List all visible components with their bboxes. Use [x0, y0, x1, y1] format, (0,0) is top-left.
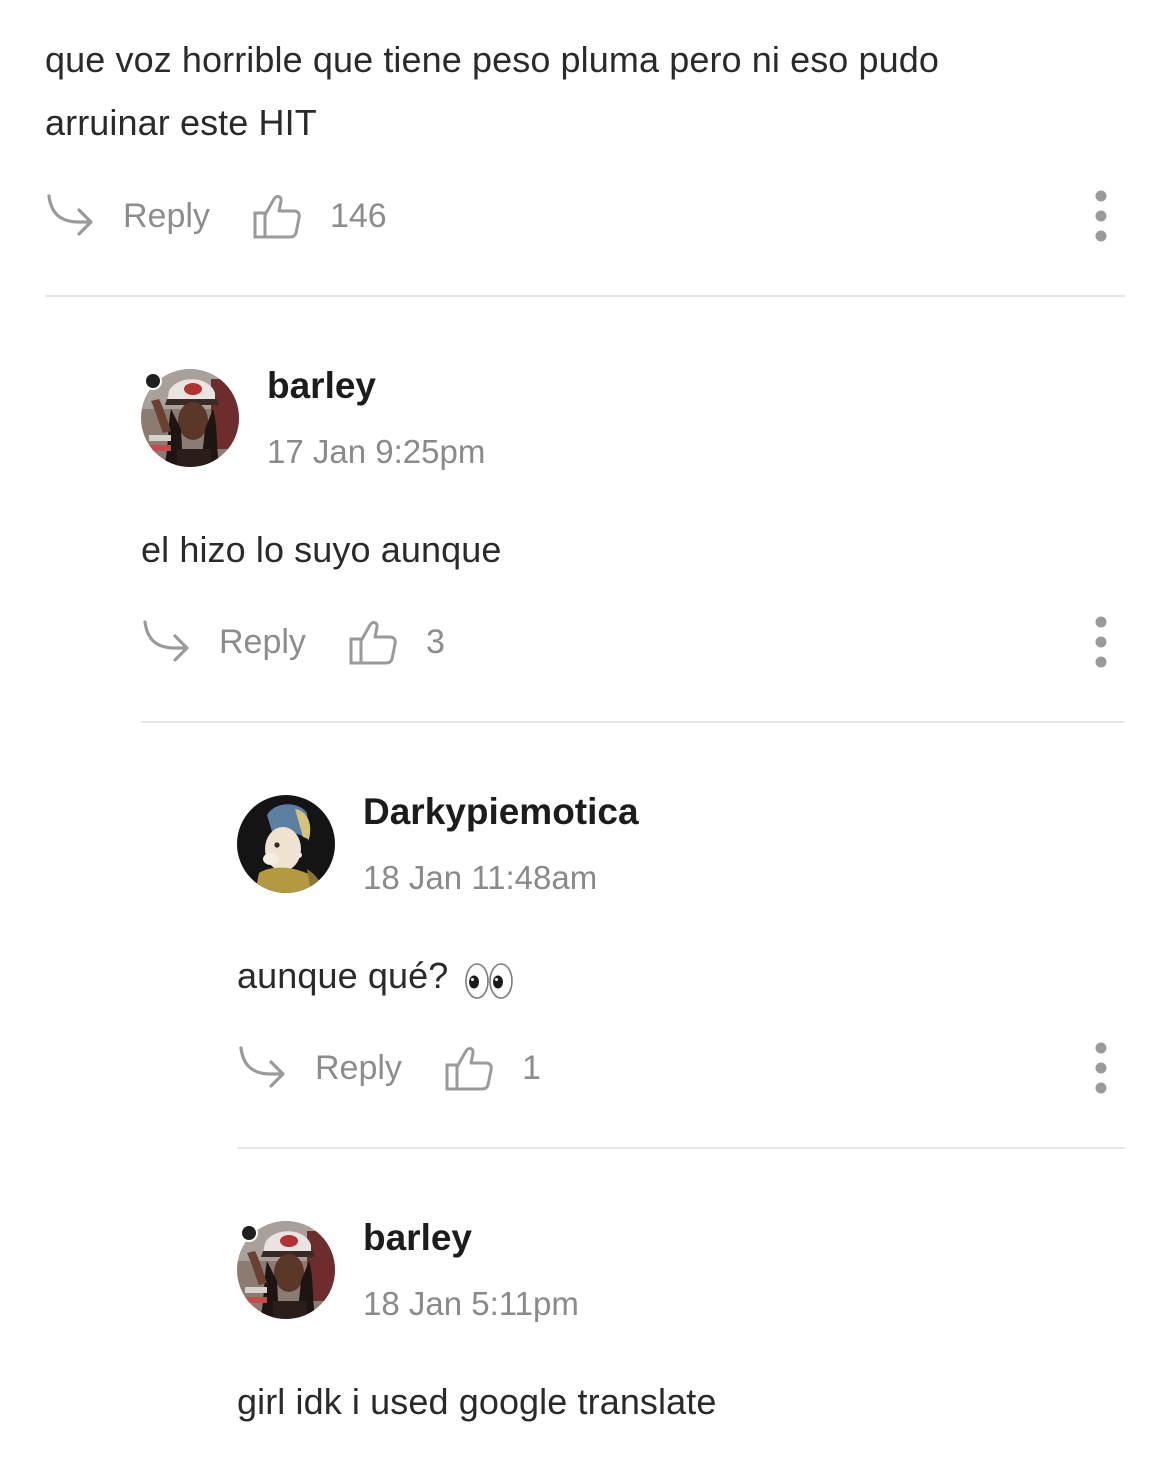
like-count: 1: [521, 1048, 541, 1087]
vertical-ellipsis-icon[interactable]: [1094, 615, 1108, 669]
timestamp: 18 Jan 5:11pm: [363, 1285, 579, 1322]
reply-button[interactable]: Reply: [315, 1049, 402, 1088]
like-count: 146: [329, 196, 387, 235]
username[interactable]: Darkypiemotica: [363, 791, 639, 833]
vertical-ellipsis-icon[interactable]: [1094, 1041, 1108, 1095]
reply-arrow-icon[interactable]: [237, 1042, 289, 1094]
comment-text: aunque qué?: [237, 944, 514, 1010]
comment-actions: Reply 146: [45, 186, 387, 246]
username[interactable]: barley: [267, 365, 376, 407]
timestamp: 17 Jan 9:25pm: [267, 433, 486, 470]
timestamp: 18 Jan 11:48am: [363, 859, 598, 896]
thumbs-up-icon[interactable]: [252, 191, 302, 241]
comment-text-content: aunque qué?: [237, 955, 449, 996]
username[interactable]: barley: [363, 1217, 472, 1259]
divider: [237, 1147, 1125, 1149]
reply-button[interactable]: Reply: [219, 623, 306, 662]
like-count: 3: [425, 622, 445, 661]
divider: [141, 721, 1125, 723]
divider: [45, 295, 1125, 297]
reply-arrow-icon[interactable]: [45, 190, 97, 242]
comment-text-line: que voz horrible que tiene peso pluma pe…: [45, 39, 940, 80]
comment-text: que voz horrible que tiene peso pluma pe…: [45, 28, 1125, 154]
thumbs-up-icon[interactable]: [348, 617, 398, 667]
vertical-ellipsis-icon[interactable]: [1094, 189, 1108, 243]
reply-button[interactable]: Reply: [123, 197, 210, 236]
avatar[interactable]: [237, 795, 335, 893]
comment-text: el hizo lo suyo aunque: [141, 529, 502, 570]
comment-actions: Reply 1: [237, 1038, 541, 1098]
comment-text-line: arruinar este HIT: [45, 102, 317, 143]
online-indicator: [240, 1224, 258, 1242]
comment-actions: Reply 3: [141, 612, 445, 672]
online-indicator: [144, 372, 162, 390]
reply-arrow-icon[interactable]: [141, 616, 193, 668]
comment-text: girl idk i used google translate: [237, 1381, 717, 1422]
thumbs-up-icon[interactable]: [444, 1043, 494, 1093]
eyes-emoji: [464, 947, 514, 1010]
